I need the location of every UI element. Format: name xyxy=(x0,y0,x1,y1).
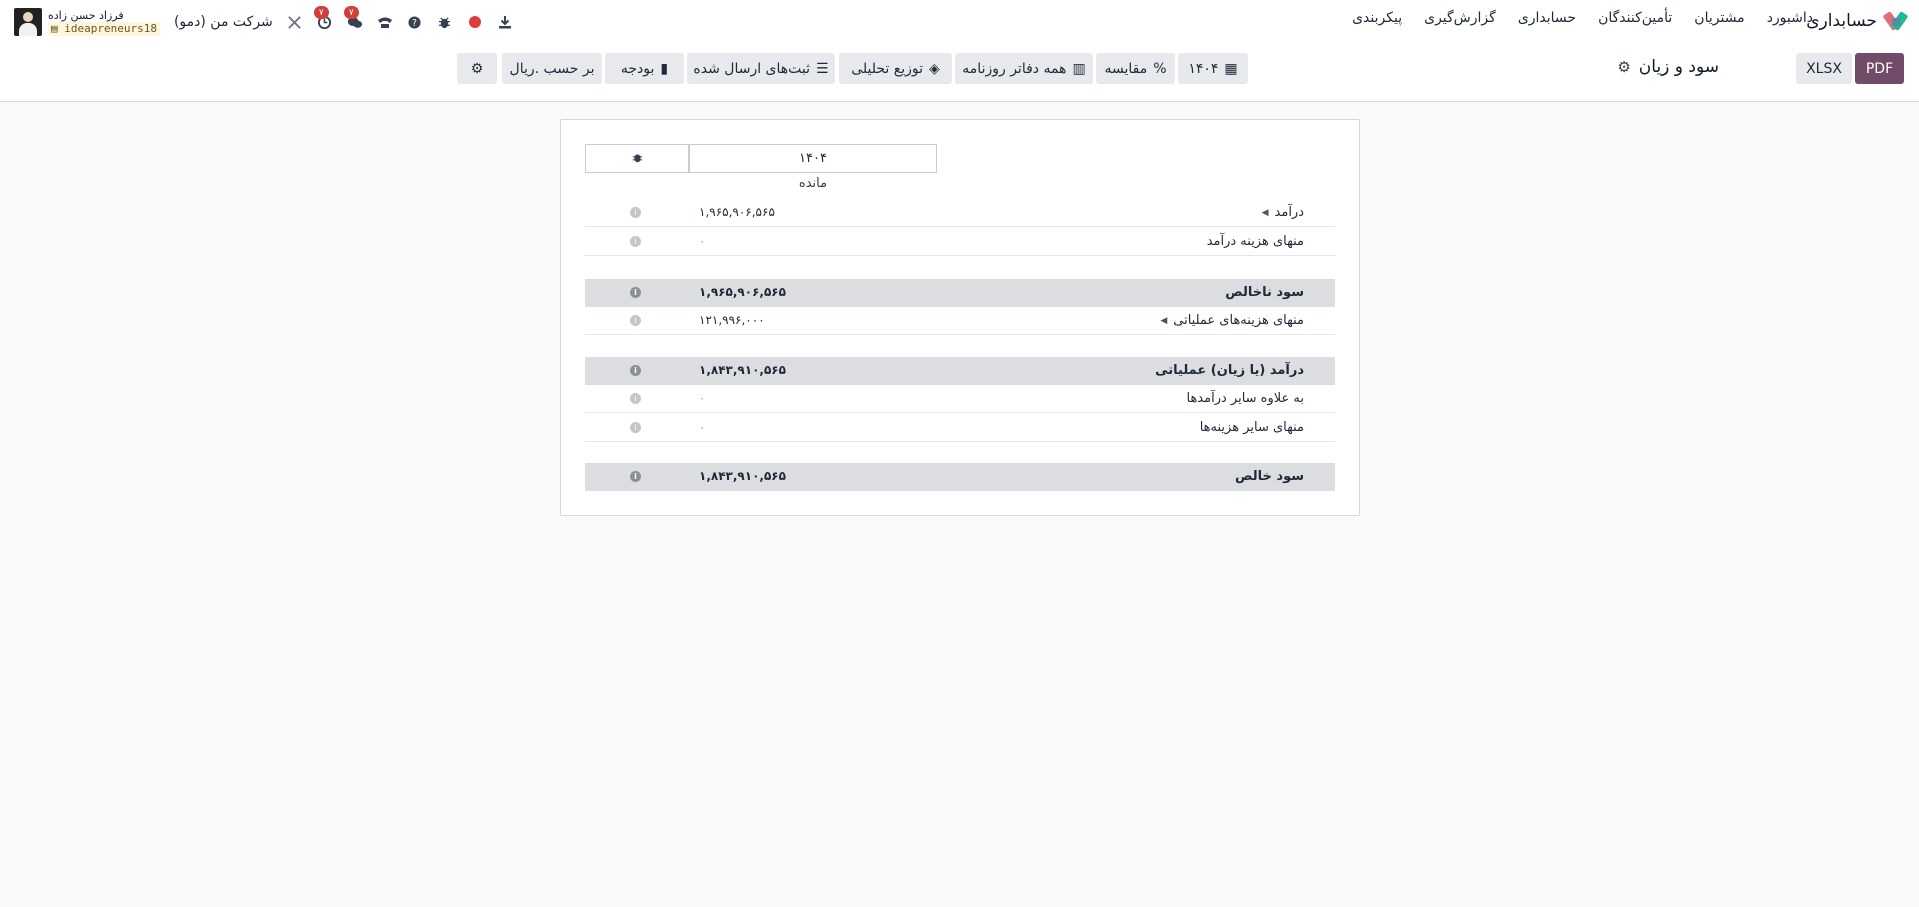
report-row-income[interactable]: درآمد ◀ ۱,۹۶۵,۹۰۶,۵۶۵ i xyxy=(585,199,1335,227)
period-filter-button[interactable]: ▦ ۱۴۰۴ xyxy=(1178,53,1248,84)
row-value[interactable]: ۰ xyxy=(699,391,705,405)
row-label: منهای هزینه‌های عملیاتی xyxy=(1173,313,1304,328)
database-tag: ▤ ideapreneurs18 xyxy=(48,21,160,36)
caret-left-icon[interactable]: ◀ xyxy=(1262,208,1269,218)
report-settings-gear-icon[interactable]: ⚙ xyxy=(1617,58,1630,76)
percent-icon: % xyxy=(1153,60,1167,77)
options-cogs-button[interactable]: ⚙ xyxy=(457,53,497,84)
menu-item-accounting[interactable]: حسابداری xyxy=(1518,10,1576,26)
svg-text:?: ? xyxy=(412,17,417,28)
app-brand[interactable]: حسابداری xyxy=(1806,8,1909,34)
help-icon[interactable]: ? xyxy=(407,14,423,30)
row-label: منهای سایر هزینه‌ها xyxy=(1199,420,1304,435)
menu-item-vendors[interactable]: تأمین‌کنندگان xyxy=(1598,10,1672,26)
info-icon[interactable]: i xyxy=(630,422,641,433)
debug-bug-icon[interactable] xyxy=(437,14,453,30)
bar-chart-icon: ▮ xyxy=(660,60,669,77)
report-row-operating-income: درآمد (یا زیان) عملیاتی ۱,۸۴۳,۹۱۰,۵۶۵ i xyxy=(585,357,1335,385)
pdf-button[interactable]: PDF xyxy=(1855,53,1904,84)
report-card: ۱۴۰۴ مانده درآمد ◀ ۱,۹۶۵,۹۰۶,۵۶۵ i منهای … xyxy=(560,119,1360,516)
control-panel: PDF XLSX سود و زیان ⚙ ▦ ۱۴۰۴ % مقایسه ▥ همه… xyxy=(0,44,1919,102)
currency-filter-button[interactable]: بر حسب .ریال xyxy=(502,53,602,84)
report-title-area: سود و زیان ⚙ xyxy=(1617,57,1719,77)
row-value: ۱,۸۴۳,۹۱۰,۵۶۵ xyxy=(699,363,786,377)
info-icon[interactable]: i xyxy=(630,287,641,298)
row-label: درآمد xyxy=(1274,205,1304,220)
analytic-filter-button[interactable]: ◈ توزیع تحلیلی xyxy=(839,53,952,84)
odoo-app-icon xyxy=(1882,10,1909,32)
top-navbar: حسابداری داشبورد مشتریان تأمین‌کنندگان ح… xyxy=(0,0,1919,44)
tools-icon[interactable] xyxy=(287,14,303,30)
menu-item-configuration[interactable]: پیکربندی xyxy=(1352,10,1402,26)
report-row-operating-expenses[interactable]: منهای هزینه‌های عملیاتی ◀ ۱۲۱,۹۹۶,۰۰۰ i xyxy=(585,307,1335,335)
info-icon[interactable]: i xyxy=(630,236,641,247)
info-icon[interactable]: i xyxy=(630,471,641,482)
company-switcher[interactable]: شرکت من (دمو) xyxy=(174,14,273,30)
sliders-icon: ☰ xyxy=(816,60,829,77)
cogs-icon: ⚙ xyxy=(470,60,484,77)
messages-icon[interactable]: ۷ xyxy=(343,6,363,30)
page-title: سود و زیان xyxy=(1638,57,1719,77)
column-subheader-balance: مانده xyxy=(798,176,828,191)
systray: فرزاد حسن زاده ▤ ideapreneurs18 شرکت من … xyxy=(14,6,513,38)
messages-badge: ۷ xyxy=(343,6,359,19)
user-name: فرزاد حسن زاده xyxy=(48,8,124,22)
posted-entries-filter-button[interactable]: ☰ ثبت‌های ارسال شده xyxy=(687,53,835,84)
menu-item-dashboard[interactable]: داشبورد xyxy=(1767,10,1813,26)
info-icon[interactable]: i xyxy=(630,207,641,218)
app-name: حسابداری xyxy=(1806,11,1877,31)
user-avatar[interactable] xyxy=(14,8,42,36)
row-label: به علاوه سایر درآمدها xyxy=(1186,391,1304,406)
row-label: سود ناخالص xyxy=(1225,285,1304,300)
main-menu: داشبورد مشتریان تأمین‌کنندگان حسابداری گ… xyxy=(1352,10,1813,26)
debug-bug-icon xyxy=(632,152,643,166)
row-value[interactable]: ۰ xyxy=(699,420,705,434)
row-value[interactable]: ۱۲۱,۹۹۶,۰۰۰ xyxy=(699,313,765,327)
calendar-icon: ▦ xyxy=(1224,60,1238,77)
menu-item-customers[interactable]: مشتریان xyxy=(1694,10,1744,26)
activity-badge: ۷ xyxy=(313,6,329,19)
report-row-cost-of-revenue[interactable]: منهای هزینه درآمد ۰ i xyxy=(585,228,1335,256)
report-row-gross-profit: سود ناخالص ۱,۹۶۵,۹۰۶,۵۶۵ i xyxy=(585,279,1335,307)
xlsx-button[interactable]: XLSX xyxy=(1796,53,1852,84)
record-icon[interactable] xyxy=(467,14,483,30)
info-icon[interactable]: i xyxy=(630,393,641,404)
row-value[interactable]: ۰ xyxy=(699,234,705,248)
report-row-other-expenses[interactable]: منهای سایر هزینه‌ها ۰ i xyxy=(585,414,1335,442)
book-icon: ▥ xyxy=(1072,60,1086,77)
layers-icon: ◈ xyxy=(929,60,940,77)
report-row-net-profit: سود خالص ۱,۸۴۳,۹۱۰,۵۶۵ i xyxy=(585,463,1335,491)
info-icon[interactable]: i xyxy=(630,315,641,326)
row-label: درآمد (یا زیان) عملیاتی xyxy=(1155,363,1304,378)
download-icon[interactable] xyxy=(497,14,513,30)
column-header-debug[interactable] xyxy=(585,144,689,173)
budget-filter-button[interactable]: ▮ بودجه xyxy=(605,53,684,84)
caret-left-icon[interactable]: ◀ xyxy=(1160,316,1167,326)
row-value: ۱,۸۴۳,۹۱۰,۵۶۵ xyxy=(699,469,786,483)
menu-item-reporting[interactable]: گزارش‌گیری xyxy=(1424,10,1496,26)
phone-icon[interactable] xyxy=(377,14,393,30)
column-header-period: ۱۴۰۴ xyxy=(689,144,937,173)
activity-clock-icon[interactable]: ۷ xyxy=(313,6,333,30)
info-icon[interactable]: i xyxy=(630,365,641,376)
journals-filter-button[interactable]: ▥ همه دفاتر روزنامه xyxy=(955,53,1093,84)
row-value[interactable]: ۱,۹۶۵,۹۰۶,۵۶۵ xyxy=(699,205,775,219)
row-label: سود خالص xyxy=(1235,469,1304,484)
report-row-other-income[interactable]: به علاوه سایر درآمدها ۰ i xyxy=(585,385,1335,413)
comparison-filter-button[interactable]: % مقایسه xyxy=(1096,53,1175,84)
row-label: منهای هزینه درآمد xyxy=(1206,234,1304,249)
user-menu[interactable]: فرزاد حسن زاده ▤ ideapreneurs18 xyxy=(48,9,160,36)
row-value: ۱,۹۶۵,۹۰۶,۵۶۵ xyxy=(699,285,786,299)
